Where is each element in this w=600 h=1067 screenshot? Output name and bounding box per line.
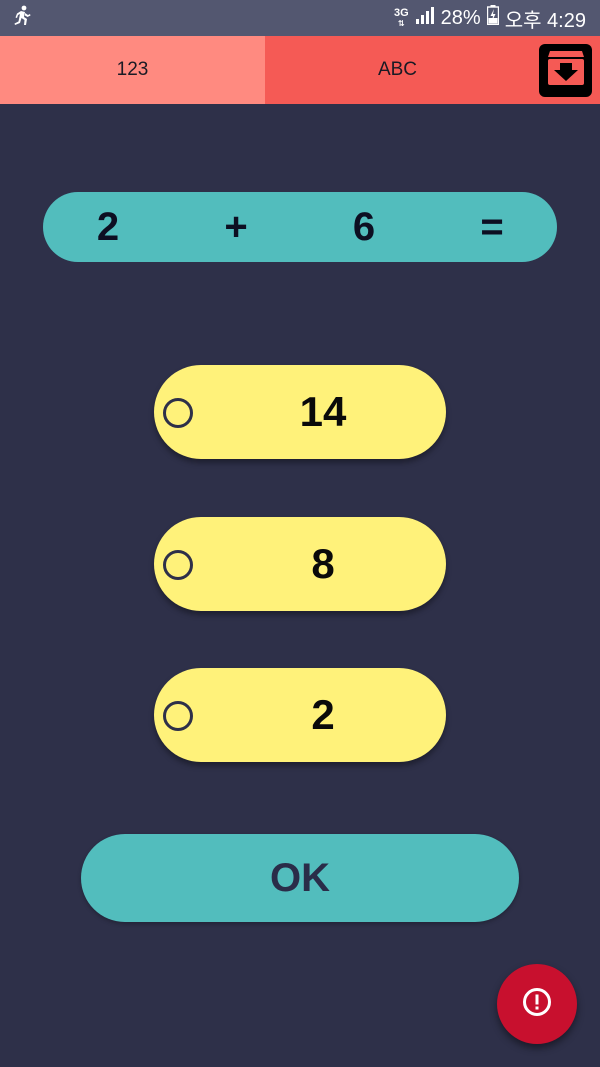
- equation-display: 2 + 6 =: [43, 192, 557, 262]
- battery-charging-icon: [486, 5, 499, 31]
- alert-icon: [521, 986, 553, 1023]
- signal-icon: [415, 6, 435, 30]
- answer-option-value: 8: [311, 540, 335, 587]
- operand-1: 2: [96, 205, 120, 249]
- answer-option-3[interactable]: 2: [154, 668, 446, 762]
- archive-download-icon: [546, 49, 586, 93]
- mode-tabs: 123 ABC: [0, 36, 600, 104]
- radio-button[interactable]: [163, 701, 193, 731]
- tab-numbers-label: 123: [116, 59, 149, 80]
- running-person-icon: [12, 5, 32, 32]
- radio-button[interactable]: [163, 550, 193, 580]
- ok-button[interactable]: OK: [81, 834, 519, 922]
- answer-option-value: 2: [311, 691, 335, 738]
- radio-button[interactable]: [163, 398, 193, 428]
- tab-letters[interactable]: ABC: [265, 36, 600, 104]
- archive-download-button[interactable]: [539, 44, 592, 97]
- status-right: 3G ⇅ 28% 오후 4:29: [394, 4, 586, 33]
- tab-letters-label: ABC: [377, 59, 418, 80]
- equals-sign: =: [480, 205, 504, 249]
- network-type: 3G ⇅: [393, 6, 409, 28]
- operand-2: 6: [352, 205, 376, 249]
- battery-level: 28%: [440, 6, 481, 29]
- answer-option-value: 14: [299, 388, 347, 435]
- clock: 오후 4:29: [504, 9, 586, 32]
- status-bar: 3G ⇅ 28% 오후 4:29: [0, 0, 600, 36]
- alert-fab-button[interactable]: [497, 964, 577, 1044]
- answer-option-1[interactable]: 14: [154, 365, 446, 459]
- answer-option-2[interactable]: 8: [154, 517, 446, 611]
- tab-numbers[interactable]: 123: [0, 36, 265, 104]
- status-left: [12, 5, 32, 32]
- operator: +: [224, 205, 248, 249]
- ok-button-label: OK: [270, 855, 330, 900]
